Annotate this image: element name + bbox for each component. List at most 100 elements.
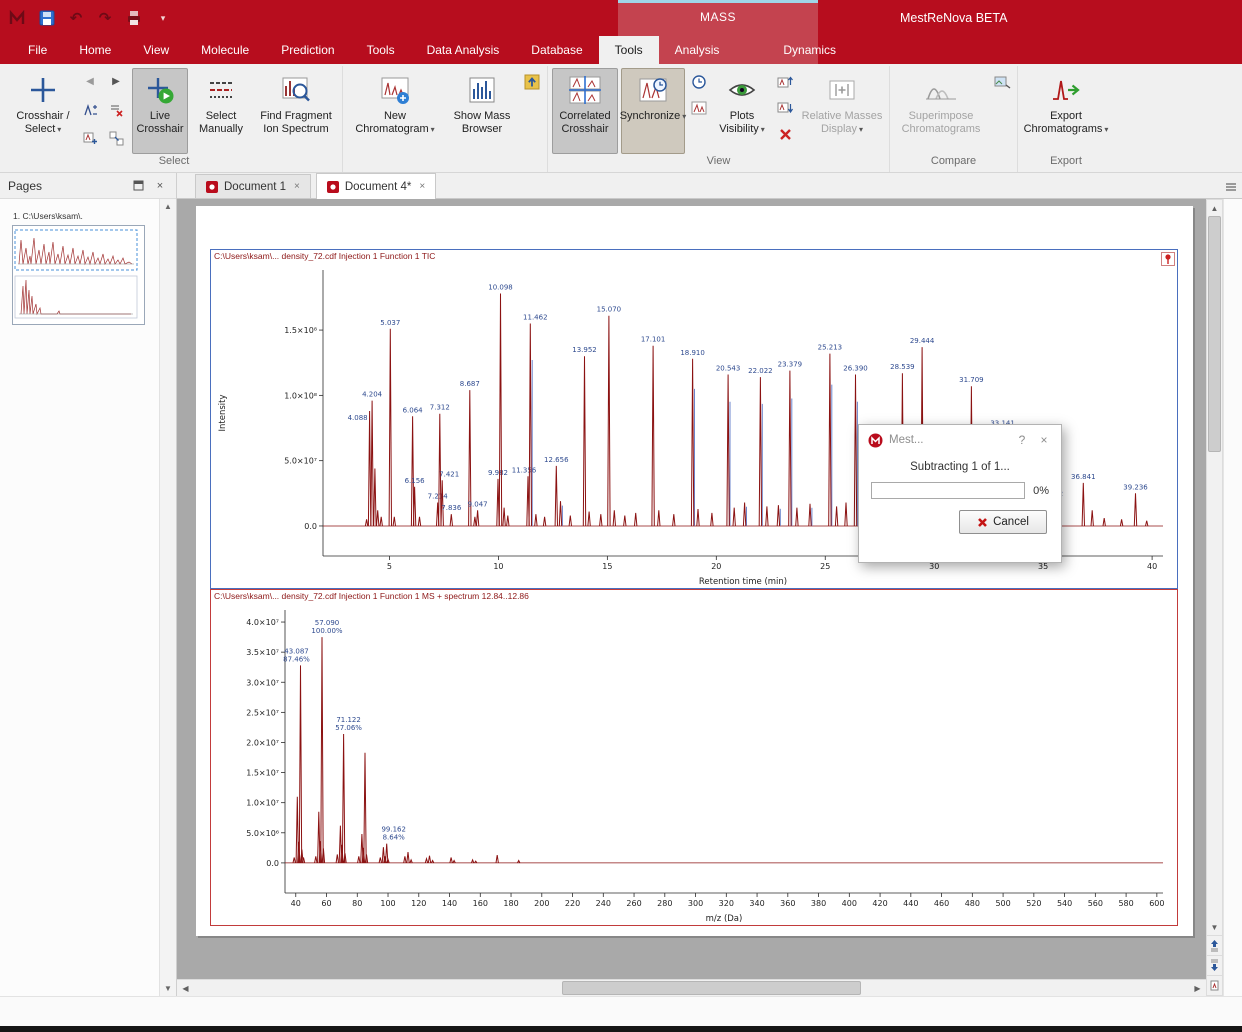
menu-tab-tools[interactable]: Tools <box>351 36 411 64</box>
remove-plot-x-icon[interactable] <box>774 123 796 145</box>
mass-spectrum-frame[interactable]: C:\Users\ksam\... density_72.cdf Injecti… <box>210 589 1178 926</box>
pages-panel: Pages × 1. C:\Users\ksam\. ▲ ▼ <box>0 173 177 996</box>
menubar: File Home View Molecule Prediction Tools… <box>0 36 1242 64</box>
chart-move-up-icon[interactable] <box>774 71 796 93</box>
document-tab-4[interactable]: Document 4* × <box>315 173 437 199</box>
panel-scroll-down-icon[interactable]: ▼ <box>161 981 176 996</box>
pages-panel-body: 1. C:\Users\ksam\. ▲ ▼ <box>0 199 176 996</box>
fit-page-button[interactable] <box>1207 975 1222 995</box>
crosshair-select-button[interactable]: Crosshair / Select ▾ <box>10 68 76 154</box>
svg-text:500: 500 <box>995 899 1010 908</box>
svg-text:9.047: 9.047 <box>468 500 488 508</box>
panel-scroll-up-icon[interactable]: ▲ <box>161 199 176 214</box>
delete-assignments-icon[interactable] <box>105 99 127 121</box>
menu-tab-mass-analysis[interactable]: Analysis <box>659 36 736 64</box>
undo-icon[interactable]: ↶ <box>66 8 86 28</box>
arrow-right-icon[interactable]: ▶ <box>105 71 127 93</box>
svg-text:80: 80 <box>352 899 362 908</box>
vertical-scroll-thumb[interactable] <box>1208 216 1221 452</box>
close-dialog-icon[interactable]: × <box>1036 433 1052 447</box>
clock-icon[interactable] <box>688 71 710 93</box>
horizontal-scroll-track[interactable] <box>194 980 1189 996</box>
mini-chart-icon[interactable] <box>688 97 710 119</box>
superimpose-chromatograms-button[interactable]: Superimpose Chromatograms <box>894 68 988 154</box>
titlebar: ↶ ↷ ▾ MASS MestReNova BETA File Home Vie… <box>0 0 1242 64</box>
cancel-button[interactable]: Cancel <box>959 510 1047 534</box>
chart-move-down-icon[interactable] <box>774 97 796 119</box>
next-page-button[interactable] <box>1207 955 1222 975</box>
import-box-icon[interactable] <box>521 71 543 93</box>
horizontal-scrollbar[interactable]: ◀ ▶ <box>177 979 1206 996</box>
menu-tab-mass-tools[interactable]: Tools <box>598 36 659 64</box>
correlated-crosshair-button[interactable]: Correlated Crosshair <box>552 68 618 154</box>
document-canvas[interactable]: C:\Users\ksam\... density_72.cdf Injecti… <box>177 199 1206 979</box>
menu-tab-mass-cds[interactable] <box>735 36 767 64</box>
menu-tab-prediction[interactable]: Prediction <box>265 36 350 64</box>
ribbon: Crosshair / Select ▾ ◀ ▶ Live Crosshair … <box>0 64 1242 173</box>
menu-tab-molecule[interactable]: Molecule <box>185 36 265 64</box>
svg-text:10.098: 10.098 <box>488 284 513 292</box>
live-crosshair-button[interactable]: Live Crosshair <box>132 68 188 154</box>
menu-tab-view[interactable]: View <box>127 36 185 64</box>
active-item-pin-icon[interactable] <box>1161 252 1175 266</box>
svg-text:420: 420 <box>872 899 887 908</box>
svg-text:260: 260 <box>626 899 641 908</box>
vertical-scrollbar[interactable]: ▲ ▼ <box>1206 199 1223 996</box>
picture-export-icon[interactable] <box>991 71 1013 93</box>
float-panel-icon[interactable] <box>130 178 146 194</box>
save-icon[interactable] <box>37 8 57 28</box>
eye-icon <box>726 72 758 108</box>
dropdown-caret-icon: ▾ <box>1104 125 1109 134</box>
help-icon[interactable]: ? <box>1014 433 1030 447</box>
pages-panel-scrollbar: ▲ ▼ <box>159 199 176 996</box>
menu-tab-file[interactable]: File <box>12 36 63 64</box>
menu-tab-database[interactable]: Database <box>515 36 598 64</box>
svg-text:31.709: 31.709 <box>959 376 984 384</box>
find-fragment-ion-spectrum-button[interactable]: Find Fragment Ion Spectrum <box>254 68 338 154</box>
svg-text:Intensity: Intensity <box>218 395 228 432</box>
relative-masses-icon <box>827 72 857 108</box>
page-sheet[interactable]: C:\Users\ksam\... density_72.cdf Injecti… <box>196 206 1193 936</box>
tab-list-icon[interactable] <box>1222 178 1240 196</box>
scroll-left-icon[interactable]: ◀ <box>177 980 194 996</box>
horizontal-scroll-thumb[interactable] <box>562 981 861 995</box>
close-tab-icon[interactable]: × <box>294 181 300 192</box>
menu-tab-dynamics[interactable]: Dynamics <box>767 36 852 64</box>
svg-text:57.090: 57.090 <box>315 619 340 627</box>
svg-text:28.539: 28.539 <box>890 363 915 371</box>
ribbon-group-view: Correlated Crosshair Synchronize ▾ Plots… <box>548 66 890 172</box>
dialog-header[interactable]: Mest... ? × <box>859 425 1061 455</box>
document-tab-1[interactable]: Document 1 × <box>195 174 311 198</box>
scroll-right-icon[interactable]: ▶ <box>1189 980 1206 996</box>
synchronize-icon <box>638 72 668 108</box>
new-chromatogram-button[interactable]: New Chromatogram ▾ <box>347 68 443 154</box>
relative-masses-display-button[interactable]: Relative Masses Display ▾ <box>799 68 885 154</box>
menu-tab-data-analysis[interactable]: Data Analysis <box>411 36 516 64</box>
progress-percent: 0% <box>1033 484 1049 497</box>
vertical-scroll-track[interactable] <box>1207 216 1222 919</box>
close-tab-icon[interactable]: × <box>419 181 425 192</box>
svg-text:39.236: 39.236 <box>1123 483 1148 491</box>
export-chromatograms-button[interactable]: Export Chromatograms ▾ <box>1022 68 1110 154</box>
close-panel-icon[interactable]: × <box>152 178 168 194</box>
transfer-crosshair-icon[interactable] <box>105 127 127 149</box>
print-icon[interactable] <box>124 8 144 28</box>
select-manually-button[interactable]: Select Manually <box>191 68 251 154</box>
group-label-select: Select <box>158 155 190 167</box>
plots-visibility-button[interactable]: Plots Visibility ▾ <box>713 68 771 154</box>
page-thumbnail[interactable] <box>12 225 145 325</box>
previous-page-button[interactable] <box>1207 935 1222 955</box>
menu-tab-home[interactable]: Home <box>63 36 127 64</box>
scroll-down-icon[interactable]: ▼ <box>1207 919 1222 935</box>
ms-chart-canvas[interactable]: 40 60 80 100 120 140 160 180 200 220 240 260 280 300 3… <box>211 590 1177 925</box>
show-mass-browser-button[interactable]: Show Mass Browser <box>446 68 518 154</box>
svg-text:600: 600 <box>1149 899 1164 908</box>
redo-icon[interactable]: ↷ <box>95 8 115 28</box>
arrow-left-icon[interactable]: ◀ <box>79 71 101 93</box>
add-crosshair-icon[interactable] <box>79 127 101 149</box>
qat-customize-caret-icon[interactable]: ▾ <box>153 8 173 28</box>
pages-panel-header: Pages × <box>0 173 176 199</box>
auto-assignments-icon[interactable] <box>79 99 101 121</box>
synchronize-button[interactable]: Synchronize ▾ <box>620 68 686 154</box>
scroll-up-icon[interactable]: ▲ <box>1207 200 1222 216</box>
